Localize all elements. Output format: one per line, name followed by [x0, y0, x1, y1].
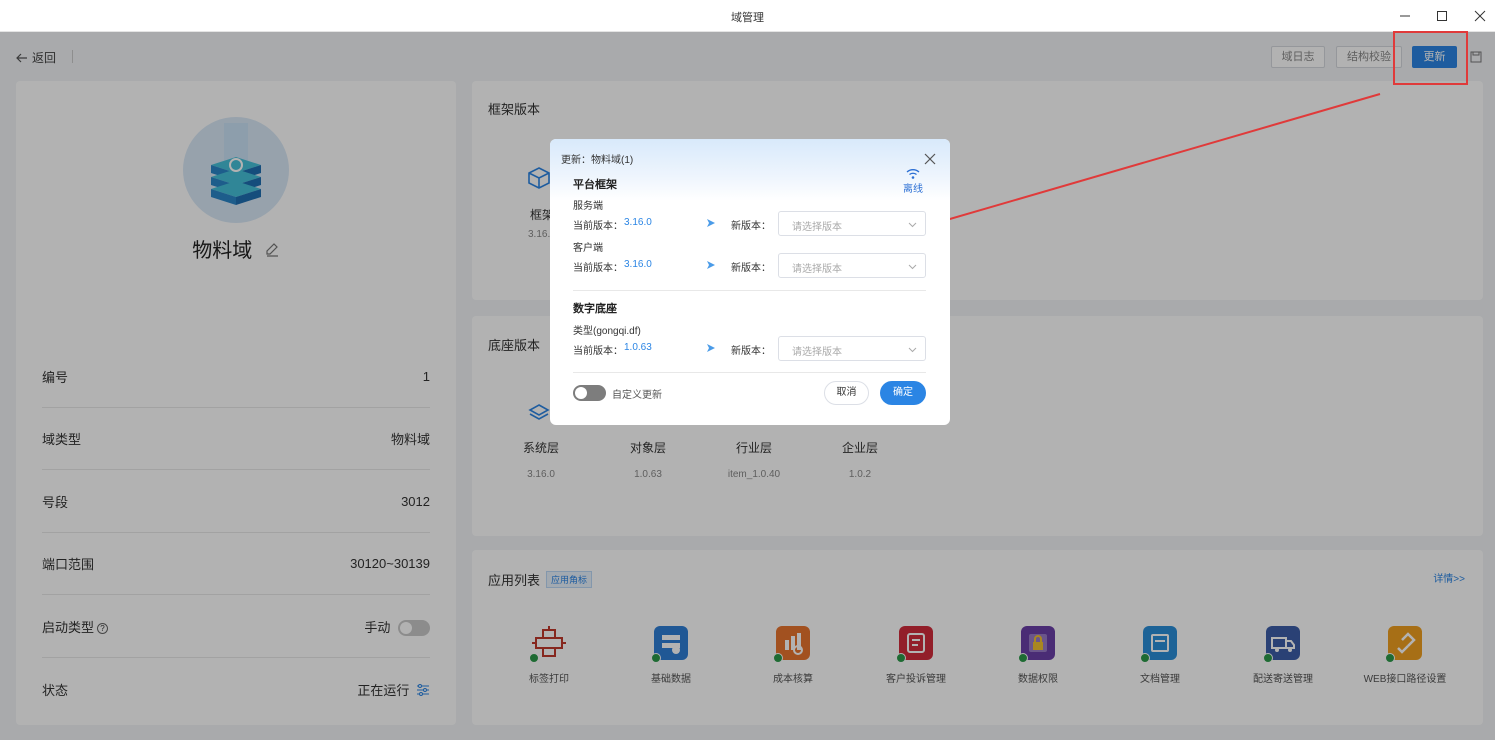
- custom-update-label: 自定义更新: [612, 390, 662, 401]
- update-dialog: 更新：物料域(1) 离线 平台框架 服务端 当前版本： 3.16.0 新版本： …: [550, 139, 950, 425]
- current-version-label: 当前版本：: [573, 263, 623, 274]
- chevron-down-icon: [908, 347, 917, 353]
- select-placeholder: 请选择版本: [792, 347, 842, 358]
- client-version-select[interactable]: 请选择版本: [778, 253, 926, 278]
- window-title: 域管理: [731, 12, 764, 24]
- platform-section-title: 平台框架: [573, 179, 617, 191]
- annotation-highlight-box: [1393, 31, 1468, 85]
- digital-base-version-select[interactable]: 请选择版本: [778, 336, 926, 361]
- maximize-icon[interactable]: [1431, 6, 1453, 26]
- window-titlebar: 域管理: [0, 0, 1495, 32]
- dialog-divider: [573, 372, 926, 373]
- digital-base-type-label: 类型(gongqi.df): [573, 326, 641, 337]
- arrow-right-icon: [707, 261, 715, 269]
- server-label: 服务端: [573, 201, 603, 212]
- offline-toggle[interactable]: 离线: [900, 168, 926, 195]
- close-icon[interactable]: [924, 153, 936, 165]
- current-version-label: 当前版本：: [573, 346, 623, 357]
- dialog-title: 更新：物料域(1): [561, 155, 634, 166]
- current-version-value: 1.0.63: [624, 342, 652, 353]
- chevron-down-icon: [908, 264, 917, 270]
- arrow-right-icon: [707, 219, 715, 227]
- server-version-row: 当前版本： 3.16.0 新版本： 请选择版本: [573, 211, 926, 236]
- new-version-label: 新版本：: [731, 346, 771, 357]
- client-version-row: 当前版本： 3.16.0 新版本： 请选择版本: [573, 253, 926, 278]
- digital-base-section-title: 数字底座: [573, 303, 617, 315]
- select-placeholder: 请选择版本: [792, 222, 842, 233]
- new-version-label: 新版本：: [731, 263, 771, 274]
- minimize-icon[interactable]: [1394, 6, 1416, 26]
- select-placeholder: 请选择版本: [792, 264, 842, 275]
- wifi-icon: [906, 169, 920, 179]
- digital-base-version-row: 当前版本： 1.0.63 新版本： 请选择版本: [573, 336, 926, 361]
- close-icon[interactable]: [1469, 6, 1491, 26]
- current-version-label: 当前版本：: [573, 221, 623, 232]
- client-label: 客户端: [573, 243, 603, 254]
- chevron-down-icon: [908, 222, 917, 228]
- confirm-button[interactable]: 确定: [880, 381, 926, 405]
- offline-label: 离线: [903, 184, 923, 195]
- cancel-button[interactable]: 取消: [824, 381, 869, 405]
- dialog-divider: [573, 290, 926, 291]
- server-version-select[interactable]: 请选择版本: [778, 211, 926, 236]
- current-version-value: 3.16.0: [624, 259, 652, 270]
- current-version-value: 3.16.0: [624, 217, 652, 228]
- arrow-right-icon: [707, 344, 715, 352]
- custom-update-switch[interactable]: [573, 385, 606, 401]
- new-version-label: 新版本：: [731, 221, 771, 232]
